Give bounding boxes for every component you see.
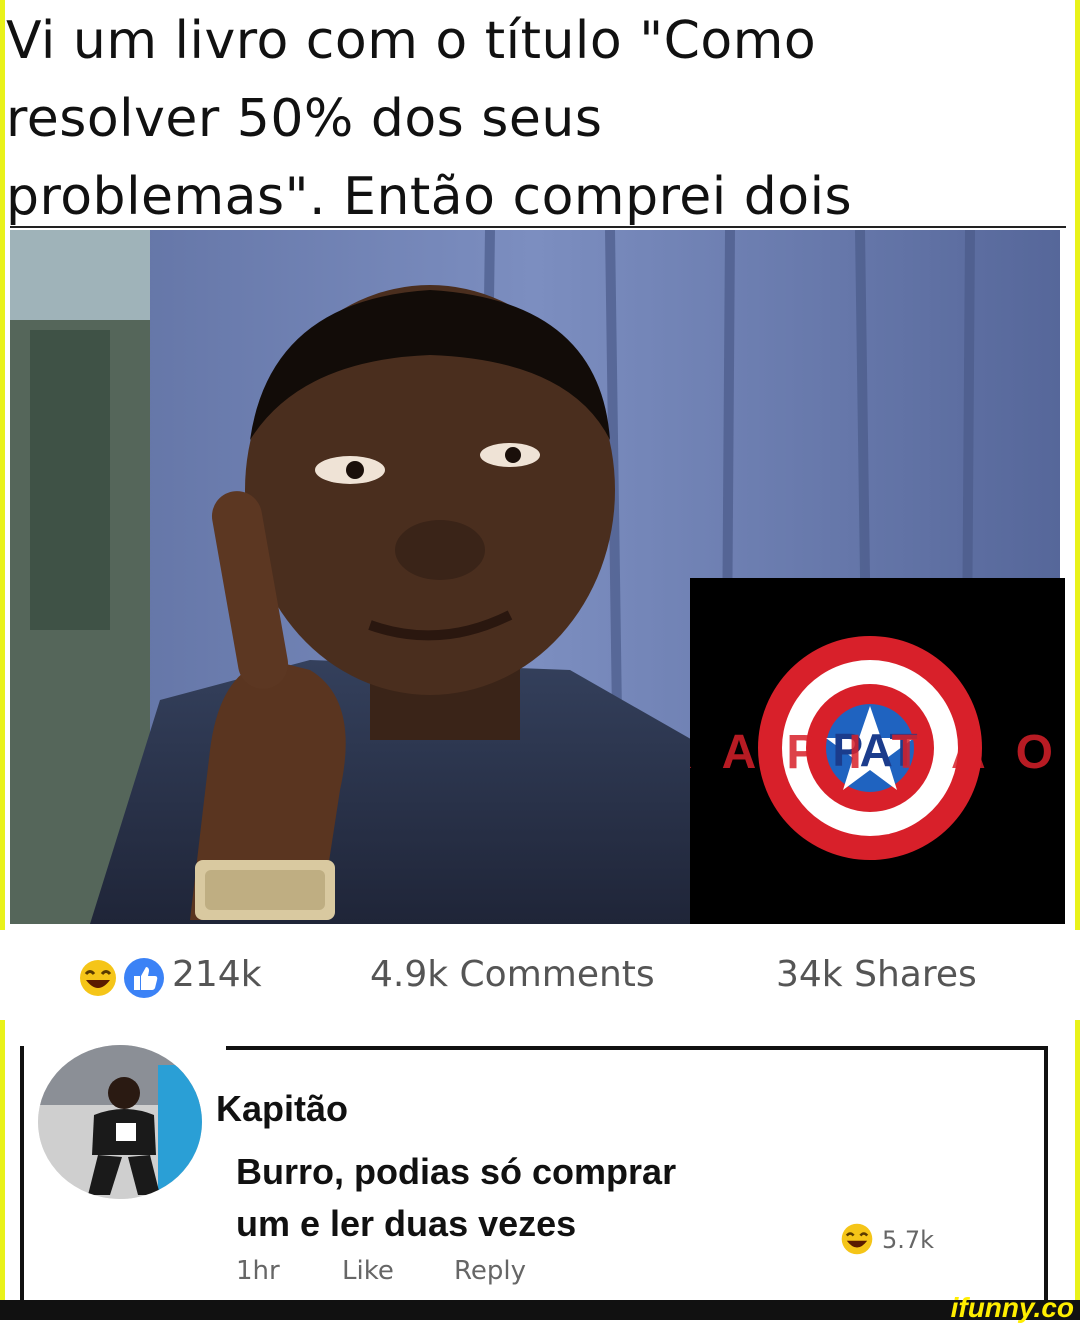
comment-card-top-border [226,1046,1048,1050]
comment-card-right-border [1044,1046,1048,1300]
accent-border-left [0,0,5,1300]
comment-text-line-1: Burro, podias só comprar [236,1151,677,1192]
like-link[interactable]: Like [342,1256,394,1286]
comment-reaction-count[interactable]: 5.7k [882,1226,934,1254]
shield-logo-icon: PAT KAPITÃO [657,636,1065,860]
post-stats-bar: 214k 4.9k Comments 34k Shares [0,930,1080,1020]
accent-border-right [1075,0,1080,1300]
shares-count[interactable]: 34k Shares [776,954,977,995]
caption-line-3: problemas". Então comprei dois [6,167,853,227]
comment-author[interactable]: Kapitão [216,1088,348,1130]
comment-text: Burro, podias só comprar um e ler duas v… [236,1146,796,1250]
caption-divider [10,226,1066,228]
logo-text: KAPITÃO [690,724,1065,779]
channel-logo: PAT KAPITÃO [657,578,1065,924]
reactions-count[interactable]: 214k [172,954,262,995]
avatar[interactable] [38,1045,202,1199]
caption-line-2: resolver 50% dos seus [6,89,603,149]
comment-text-line-2: um e ler duas vezes [236,1203,577,1244]
ifunny-watermark: ifunny.co [950,1292,1074,1323]
caption-line-1: Vi um livro com o título "Como [6,11,817,71]
avatar-image [38,1045,202,1199]
comment-card-left-border [20,1046,24,1300]
bottom-bar [0,1300,1080,1320]
laughing-emoji-icon[interactable] [78,958,118,998]
comments-count[interactable]: 4.9k Comments [370,954,655,995]
meme-caption: Vi um livro com o título "Como resolver … [6,2,1066,236]
comment-laughing-emoji-icon[interactable] [840,1222,874,1256]
thumbs-up-icon[interactable] [122,956,166,1000]
comment-timestamp: 1hr [236,1256,280,1286]
reply-link[interactable]: Reply [454,1256,526,1286]
